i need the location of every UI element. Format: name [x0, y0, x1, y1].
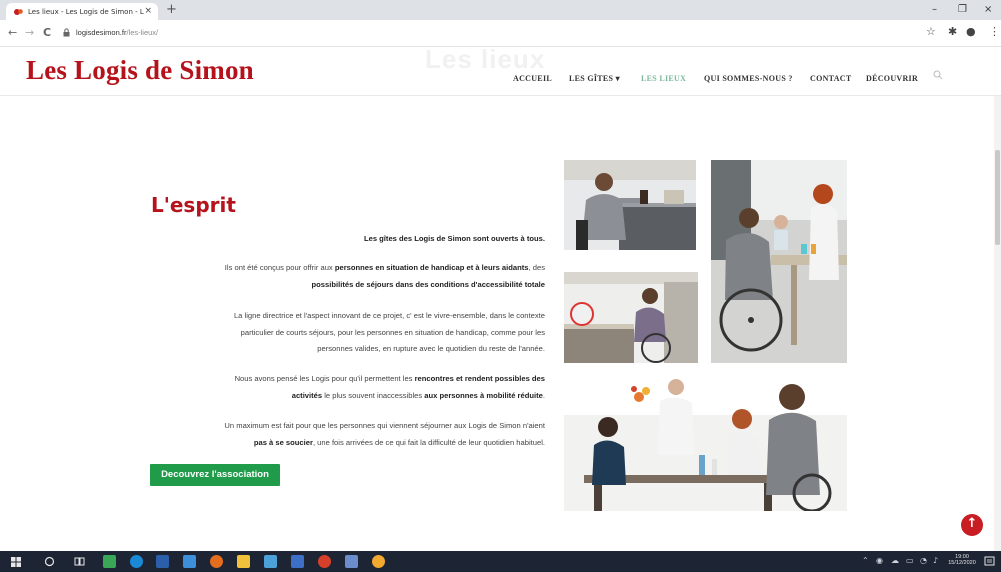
text-bold: activités [291, 390, 323, 400]
discover-association-button[interactable]: Decouvrez l'association [150, 464, 280, 486]
minimize-button[interactable]: – [932, 4, 937, 15]
tab-close-icon[interactable]: × [144, 6, 152, 16]
app-icon-chrome[interactable] [210, 555, 223, 568]
search-circle-icon[interactable] [44, 556, 55, 567]
app-icon-excel[interactable] [103, 555, 116, 568]
app-icon-word[interactable] [156, 555, 169, 568]
photo-table-group [711, 160, 847, 363]
back-button[interactable]: ← [8, 26, 17, 39]
tray-chevron-icon[interactable]: ⌃ [862, 556, 869, 565]
text-bold: pas à se soucier [253, 437, 313, 447]
paragraph-intro: Les gîtes des Logis de Simon sont ouvert… [138, 231, 545, 248]
browser-menu-icon[interactable]: ⋮ [989, 25, 1000, 38]
address-bar[interactable]: logisdesimon.fr/les-lieux/ [60, 25, 910, 42]
text-span: Ils ont été conçus pour offrir aux [224, 263, 335, 272]
chevron-down-icon: ▾ [615, 74, 620, 83]
paragraph-vision: La ligne directrice et l'aspect innovant… [138, 308, 545, 358]
forward-button[interactable]: → [25, 26, 34, 39]
photo-dinner-group [564, 375, 847, 511]
nav-les-gites-label: LES GÎTES [569, 74, 614, 83]
notification-center-icon[interactable] [984, 556, 995, 567]
paragraph-care: Un maximum est fait pour que les personn… [138, 418, 545, 451]
nav-decouvrir[interactable]: DÉCOUVRIR [866, 74, 918, 83]
windows-taskbar: ⌃ ◉ ☁ ▭ ◔ ♪ 19:00 15/12/2020 [0, 551, 1001, 572]
nav-accueil[interactable]: ACCUEIL [513, 74, 552, 83]
tray-network-icon[interactable]: ◉ [876, 556, 883, 565]
arrow-up-icon: ↑ [966, 516, 978, 531]
windows-start-icon[interactable] [11, 557, 21, 567]
text-span: Un maximum est fait pour que les personn… [224, 421, 545, 430]
scrollbar-thumb[interactable] [995, 150, 1000, 245]
app-icon-photos[interactable] [345, 555, 358, 568]
section-heading: L'esprit [151, 193, 236, 217]
text-line: particulier de courts séjours, pour les … [240, 327, 545, 337]
text-bold: possibilités de séjours dans des conditi… [311, 279, 545, 289]
browser-tab-bar: Les lieux - Les Logis de Simon - L × + –… [0, 0, 1001, 20]
app-icon-powerpoint[interactable] [318, 555, 331, 568]
photo-kitchen-man [564, 160, 696, 250]
extensions-icon[interactable]: ✱ [948, 25, 957, 38]
site-header: Les lieux Les Logis de Simon ACCUEIL LES… [0, 44, 1001, 96]
app-icon-edge[interactable] [130, 555, 143, 568]
app-icon-store[interactable] [183, 555, 196, 568]
text-span: . [542, 390, 545, 400]
intro-text: Les gîtes des Logis de Simon sont ouvert… [363, 234, 545, 243]
bookmark-star-icon[interactable]: ☆ [926, 25, 936, 38]
paragraph-purpose: Ils ont été conçus pour offrir aux perso… [138, 260, 545, 293]
text-bold: rencontres et rendent possibles des [414, 374, 545, 383]
page-title-ghost: Les lieux [425, 44, 546, 74]
text-bold: personnes en situation de handicap et à … [334, 263, 529, 272]
text-bold: aux personnes à mobilité réduite [424, 390, 543, 400]
text-span: le plus souvent inaccessibles [322, 390, 425, 400]
url-host: logisdesimon.fr [76, 28, 127, 37]
tray-volume-icon[interactable]: ♪ [933, 556, 938, 565]
task-view-icon[interactable] [74, 556, 85, 567]
url-path: /les-lieux/ [126, 28, 159, 37]
app-icon-explorer[interactable] [237, 555, 250, 568]
restore-button[interactable]: ❐ [958, 4, 967, 15]
nav-contact[interactable]: CONTACT [810, 74, 852, 83]
nav-qui-sommes-nous[interactable]: QUI SOMMES-NOUS ? [704, 74, 793, 83]
profile-icon[interactable]: ● [966, 25, 976, 38]
tab-title: Les lieux - Les Logis de Simon - L [28, 8, 144, 16]
photo-desk-woman [564, 272, 698, 363]
tray-wifi-icon[interactable]: ◔ [920, 556, 927, 565]
url-text: logisdesimon.fr/les-lieux/ [76, 28, 158, 37]
text-span: Nous avons pensé les Logis pour qu'il pe… [234, 374, 415, 383]
close-window-button[interactable]: × [984, 4, 992, 15]
nav-les-lieux[interactable]: LES LIEUX [641, 74, 686, 83]
tray-battery-icon[interactable]: ▭ [906, 556, 914, 565]
text-line: personnes valides, en rupture avec le qu… [317, 344, 545, 353]
reload-button[interactable]: C [43, 26, 51, 39]
site-favicon-icon [14, 9, 23, 15]
search-icon[interactable] [933, 70, 943, 80]
paragraph-meetings: Nous avons pensé les Logis pour qu'il pe… [138, 371, 545, 404]
new-tab-button[interactable]: + [166, 3, 177, 17]
tray-onedrive-icon[interactable]: ☁ [891, 556, 899, 565]
nav-les-gites[interactable]: LES GÎTES ▾ [569, 74, 620, 83]
site-logo[interactable]: Les Logis de Simon [26, 55, 254, 86]
text-span: , des [528, 263, 545, 272]
taskbar-clock[interactable]: 19:00 15/12/2020 [945, 554, 979, 566]
clock-date: 15/12/2020 [948, 560, 976, 566]
lock-icon [63, 28, 70, 37]
text-line: La ligne directrice et l'aspect innovant… [233, 311, 545, 320]
browser-toolbar: ← → C logisdesimon.fr/les-lieux/ ☆ ✱ ● ⋮ [0, 20, 1001, 47]
scroll-to-top-button[interactable]: ↑ [961, 514, 983, 536]
text-span: , une fois arrivées de ce qui fait la di… [312, 437, 545, 447]
browser-tab[interactable]: Les lieux - Les Logis de Simon - L × [6, 3, 158, 20]
app-icon-firefox[interactable] [372, 555, 385, 568]
app-icon-outlook[interactable] [291, 555, 304, 568]
app-icon-mail[interactable] [264, 555, 277, 568]
